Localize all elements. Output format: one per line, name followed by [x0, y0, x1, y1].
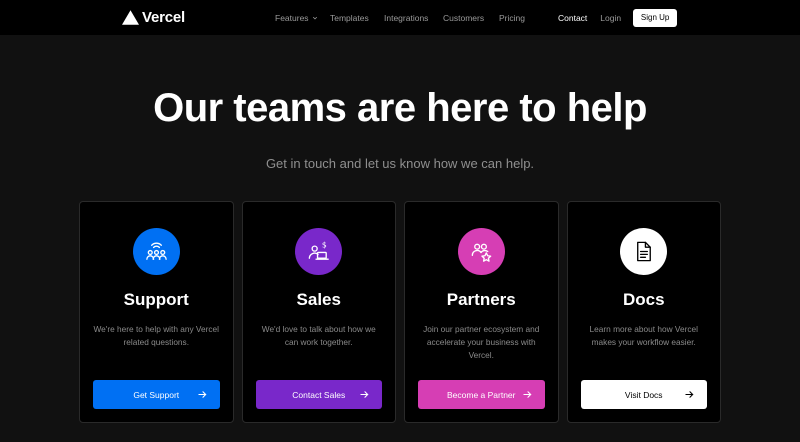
- sales-icon-circle: $: [295, 228, 343, 275]
- get-support-button[interactable]: Get Support: [93, 380, 220, 409]
- card-title: Docs: [622, 290, 665, 309]
- docs-icon-circle: [620, 228, 668, 275]
- card-title: Support: [123, 290, 189, 309]
- card-description: We're here to help with any Vercel relat…: [93, 324, 220, 347]
- vercel-triangle-icon: [122, 9, 139, 25]
- arrow-right-icon: [197, 391, 206, 398]
- card-title: Partners: [446, 290, 516, 309]
- nav-link-login[interactable]: Login: [600, 13, 621, 23]
- nav-actions: Contact Login Sign Up: [558, 0, 678, 35]
- support-icon-circle: [132, 228, 180, 275]
- arrow-right-icon: [685, 391, 694, 398]
- button-label: Visit Docs: [624, 389, 663, 400]
- partners-star-icon: [471, 243, 492, 262]
- nav-link-integrations[interactable]: Integrations: [384, 13, 443, 23]
- top-nav: Vercel Features Templates Integrations C…: [0, 0, 800, 35]
- visit-docs-button[interactable]: Visit Docs: [580, 380, 707, 409]
- docs-card: Docs Learn more about how Vercel makes y…: [566, 201, 721, 423]
- signup-button[interactable]: Sign Up: [633, 8, 678, 27]
- partners-card: Partners Join our partner ecosystem and …: [404, 201, 559, 423]
- nav-link-templates[interactable]: Templates: [330, 13, 384, 23]
- arrow-right-icon: [360, 391, 369, 398]
- support-people-icon: [145, 242, 167, 260]
- card-description: Join our partner ecosystem and accelerat…: [423, 324, 540, 360]
- card-title: Sales: [296, 290, 341, 309]
- help-cards: Support We're here to help with any Verc…: [79, 201, 721, 423]
- chevron-down-icon: [312, 16, 317, 19]
- svg-text:$: $: [322, 241, 327, 250]
- nav-link-features[interactable]: Features: [275, 13, 330, 23]
- button-label: Get Support: [133, 389, 180, 400]
- contact-page: Vercel Features Templates Integrations C…: [0, 0, 800, 442]
- nav-link-pricing[interactable]: Pricing: [499, 13, 525, 23]
- partners-icon-circle: [457, 228, 505, 275]
- nav-link-customers[interactable]: Customers: [443, 13, 499, 23]
- sales-card: $ Sales We'd love to talk about how we c…: [241, 201, 396, 423]
- card-description: Learn more about how Vercel makes your w…: [589, 324, 698, 347]
- card-description: We'd love to talk about how we can work …: [261, 324, 376, 347]
- brand-logo[interactable]: Vercel: [122, 8, 185, 26]
- become-partner-button[interactable]: Become a Partner: [418, 380, 545, 409]
- contact-sales-button[interactable]: Contact Sales: [255, 380, 382, 409]
- support-card: Support We're here to help with any Verc…: [79, 201, 234, 423]
- brand-name: Vercel: [142, 8, 186, 26]
- nav-link-contact[interactable]: Contact: [558, 13, 587, 23]
- page-subtitle: Get in touch and let us know how we can …: [265, 156, 535, 171]
- sales-laptop-icon: $: [308, 241, 330, 260]
- nav-link-label: Features: [275, 12, 309, 23]
- button-label: Become a Partner: [446, 389, 516, 400]
- document-icon: [637, 241, 652, 262]
- nav-links: Features Templates Integrations Customer…: [275, 0, 525, 35]
- button-label: Contact Sales: [292, 389, 346, 400]
- arrow-right-icon: [522, 391, 531, 398]
- page-title: Our teams are here to help: [153, 86, 647, 130]
